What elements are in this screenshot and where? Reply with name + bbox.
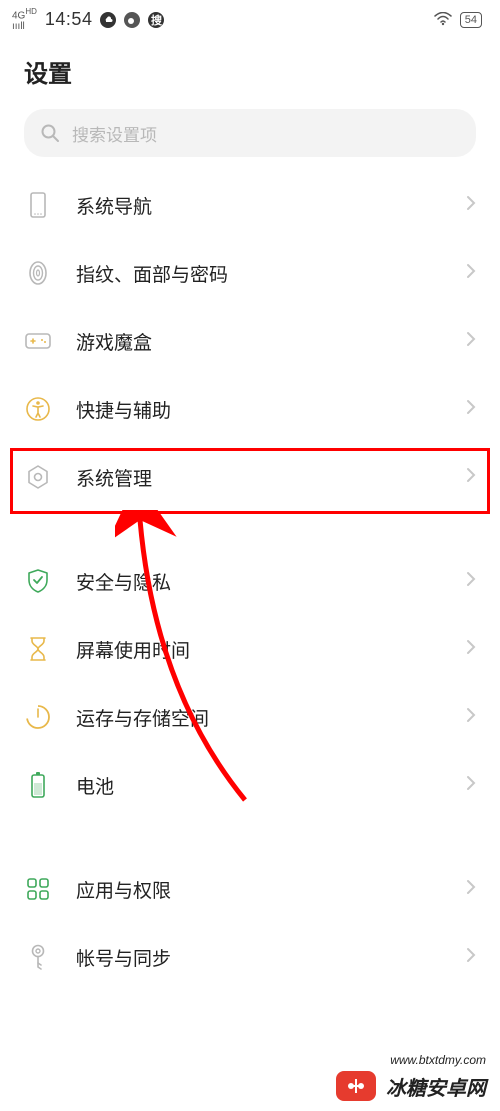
watermark-text: 冰糖安卓网	[386, 1072, 486, 1101]
chevron-right-icon	[466, 879, 476, 900]
gamepad-icon	[24, 327, 52, 355]
chevron-right-icon	[466, 263, 476, 284]
item-game-box[interactable]: 游戏魔盒	[0, 307, 500, 375]
item-screen-time[interactable]: 屏幕使用时间	[0, 615, 500, 683]
item-label: 指纹、面部与密码	[76, 260, 442, 287]
item-label: 安全与隐私	[76, 568, 442, 595]
phone-icon	[24, 191, 52, 219]
item-label: 屏幕使用时间	[76, 636, 442, 663]
storage-icon	[24, 703, 52, 731]
apps-icon	[24, 875, 52, 903]
settings-list: 系统导航 指纹、面部与密码 游戏魔盒 快捷与辅助	[0, 171, 500, 991]
hourglass-icon	[24, 635, 52, 663]
watermark: 冰糖安卓网	[322, 1061, 500, 1111]
item-label: 游戏魔盒	[76, 328, 442, 355]
search-placeholder: 搜索设置项	[72, 121, 157, 146]
item-label: 系统管理	[76, 464, 442, 491]
item-shortcuts-accessibility[interactable]: 快捷与辅助	[0, 375, 500, 443]
item-apps-permissions[interactable]: 应用与权限	[0, 855, 500, 923]
item-label: 帐号与同步	[76, 944, 442, 971]
search-icon	[40, 123, 60, 143]
status-bar: 4GHDıııll 14:54 搜 54	[0, 0, 500, 40]
weibo-icon	[124, 12, 140, 28]
item-security-privacy[interactable]: 安全与隐私	[0, 547, 500, 615]
key-icon	[24, 943, 52, 971]
item-label: 应用与权限	[76, 876, 442, 903]
wifi-icon	[434, 12, 452, 29]
shield-icon	[24, 567, 52, 595]
chevron-right-icon	[466, 467, 476, 488]
chevron-right-icon	[466, 195, 476, 216]
chevron-right-icon	[466, 639, 476, 660]
status-right: 54	[434, 12, 482, 29]
item-system-navigation[interactable]: 系统导航	[0, 171, 500, 239]
page-title: 设置	[0, 40, 500, 109]
item-fingerprint-face-password[interactable]: 指纹、面部与密码	[0, 239, 500, 307]
item-account-sync[interactable]: 帐号与同步	[0, 923, 500, 991]
search-input[interactable]: 搜索设置项	[24, 109, 476, 157]
item-battery[interactable]: 电池	[0, 751, 500, 819]
sogou-icon: 搜	[148, 12, 164, 28]
signal-indicator: 4GHDıııll	[12, 8, 37, 31]
item-label: 电池	[76, 772, 442, 799]
chevron-right-icon	[466, 399, 476, 420]
battery-icon	[24, 771, 52, 799]
item-label: 运存与存储空间	[76, 704, 442, 731]
clock: 14:54	[45, 9, 93, 30]
item-label: 系统导航	[76, 192, 442, 219]
watermark-logo-icon	[336, 1071, 376, 1101]
item-ram-storage[interactable]: 运存与存储空间	[0, 683, 500, 751]
battery-indicator: 54	[460, 12, 482, 28]
chevron-right-icon	[466, 707, 476, 728]
gear-hex-icon	[24, 463, 52, 491]
fingerprint-icon	[24, 259, 52, 287]
chevron-right-icon	[466, 571, 476, 592]
item-system-management[interactable]: 系统管理	[0, 443, 500, 511]
cloud-icon	[100, 12, 116, 28]
chevron-right-icon	[466, 947, 476, 968]
item-label: 快捷与辅助	[76, 396, 442, 423]
status-left: 4GHDıııll 14:54 搜	[12, 8, 164, 31]
chevron-right-icon	[466, 775, 476, 796]
accessibility-icon	[24, 395, 52, 423]
chevron-right-icon	[466, 331, 476, 352]
